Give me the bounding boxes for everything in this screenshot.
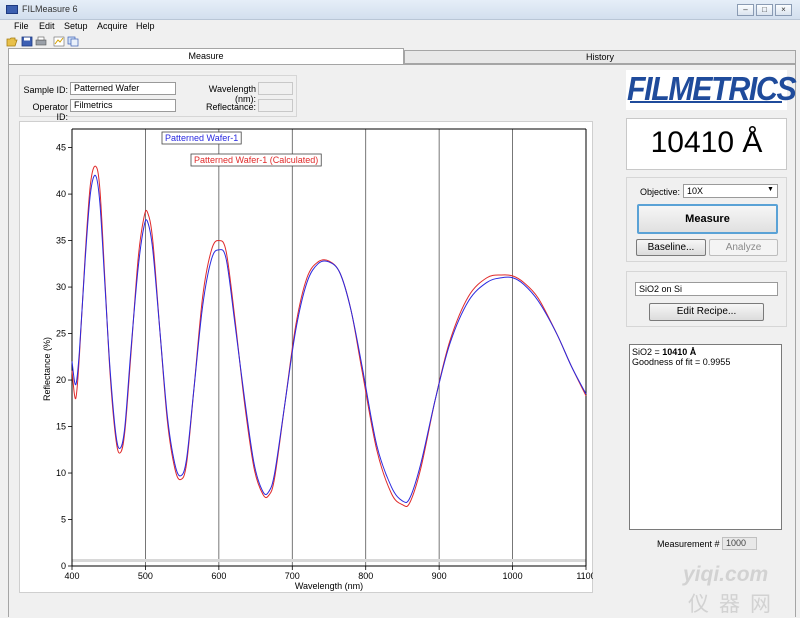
minimize-button[interactable]: –	[737, 4, 754, 16]
app-icon	[6, 5, 18, 14]
y-axis-label: Reflectance (%)	[42, 337, 52, 401]
y-tick-label: 5	[61, 515, 66, 525]
sample-id-field[interactable]: Patterned Wafer	[70, 82, 176, 95]
tab-history[interactable]: History	[404, 50, 796, 64]
thickness-readout: 10410 Å	[650, 126, 763, 159]
result-line-thickness: SiO2 = 10410 Å	[632, 347, 779, 357]
menu-edit[interactable]: Edit	[39, 21, 55, 31]
x-axis-label: Wavelength (nm)	[295, 581, 363, 591]
sample-id-label: Sample ID:	[23, 85, 68, 95]
watermark-chinese: 仪器网	[688, 592, 781, 616]
copy-graph-icon[interactable]	[67, 36, 79, 47]
legend-label: Patterned Wafer-1	[165, 133, 238, 143]
save-icon[interactable]	[21, 36, 33, 47]
y-tick-label: 20	[56, 375, 66, 385]
reflectance-label: Reflectance:	[205, 102, 256, 112]
chart-settings-icon[interactable]	[53, 36, 65, 47]
x-tick-label: 1000	[503, 571, 523, 581]
objective-label: Objective:	[640, 187, 681, 197]
y-tick-label: 15	[56, 422, 66, 432]
y-tick-label: 30	[56, 282, 66, 292]
y-tick-label: 45	[56, 143, 66, 153]
x-tick-label: 700	[285, 571, 300, 581]
measurement-number-label: Measurement #	[657, 539, 720, 549]
y-tick-label: 40	[56, 189, 66, 199]
window-title: FILMeasure 6	[22, 4, 78, 14]
measure-button[interactable]: Measure	[637, 204, 778, 234]
zero-band	[72, 559, 586, 562]
result-line-goodness: Goodness of fit = 0.9955	[632, 357, 731, 367]
menu-help[interactable]: Help	[136, 21, 155, 31]
y-tick-label: 10	[56, 468, 66, 478]
analyze-button[interactable]: Analyze	[709, 239, 778, 256]
x-tick-label: 500	[138, 571, 153, 581]
x-tick-label: 400	[64, 571, 79, 581]
y-tick-label: 35	[56, 236, 66, 246]
operator-id-label: Operator ID:	[32, 102, 68, 122]
series-calculated-line	[71, 165, 587, 508]
watermark-domain: yiqi.com	[683, 563, 769, 586]
menu-setup[interactable]: Setup	[64, 21, 88, 31]
wavelength-readout	[258, 82, 293, 95]
operator-id-field[interactable]: Filmetrics	[70, 99, 176, 112]
measurement-number-field: 1000	[722, 537, 757, 550]
x-tick-label: 600	[211, 571, 226, 581]
print-icon[interactable]	[35, 36, 47, 47]
reflectance-chart[interactable]: 400 500 600 700 800 900 1000 1100 0 5 10 15 20 25 30 35…	[19, 121, 593, 593]
results-textbox[interactable]: SiO2 = 10410 Å Goodness of fit = 0.9955	[629, 344, 782, 530]
maximize-button[interactable]: □	[756, 4, 773, 16]
logo-underline	[630, 101, 782, 103]
legend-label: Patterned Wafer-1 (Calculated)	[194, 155, 318, 165]
result-prefix: SiO2 =	[632, 347, 663, 357]
open-folder-icon[interactable]	[6, 36, 18, 47]
x-tick-label: 1100	[576, 571, 593, 581]
menu-file[interactable]: File	[14, 21, 29, 31]
objective-select[interactable]: 10X	[683, 184, 778, 198]
edit-recipe-button[interactable]: Edit Recipe...	[649, 303, 764, 321]
wavelength-label: Wavelength (nm):	[208, 84, 256, 104]
close-button[interactable]: ×	[775, 4, 792, 16]
x-tick-label: 800	[358, 571, 373, 581]
chevron-down-icon[interactable]: ▼	[767, 186, 774, 193]
reflectance-readout	[258, 99, 293, 112]
series-measured-line	[71, 174, 587, 504]
title-bar	[0, 0, 800, 20]
tab-measure[interactable]: Measure	[8, 48, 404, 64]
y-tick-label: 25	[56, 329, 66, 339]
result-value: 10410 Å	[662, 347, 697, 357]
x-tick-label: 900	[432, 571, 447, 581]
y-tick-label: 0	[61, 561, 66, 571]
menu-acquire[interactable]: Acquire	[97, 21, 128, 31]
recipe-name-field[interactable]: SiO2 on Si	[635, 282, 778, 296]
baseline-button[interactable]: Baseline...	[636, 239, 706, 256]
